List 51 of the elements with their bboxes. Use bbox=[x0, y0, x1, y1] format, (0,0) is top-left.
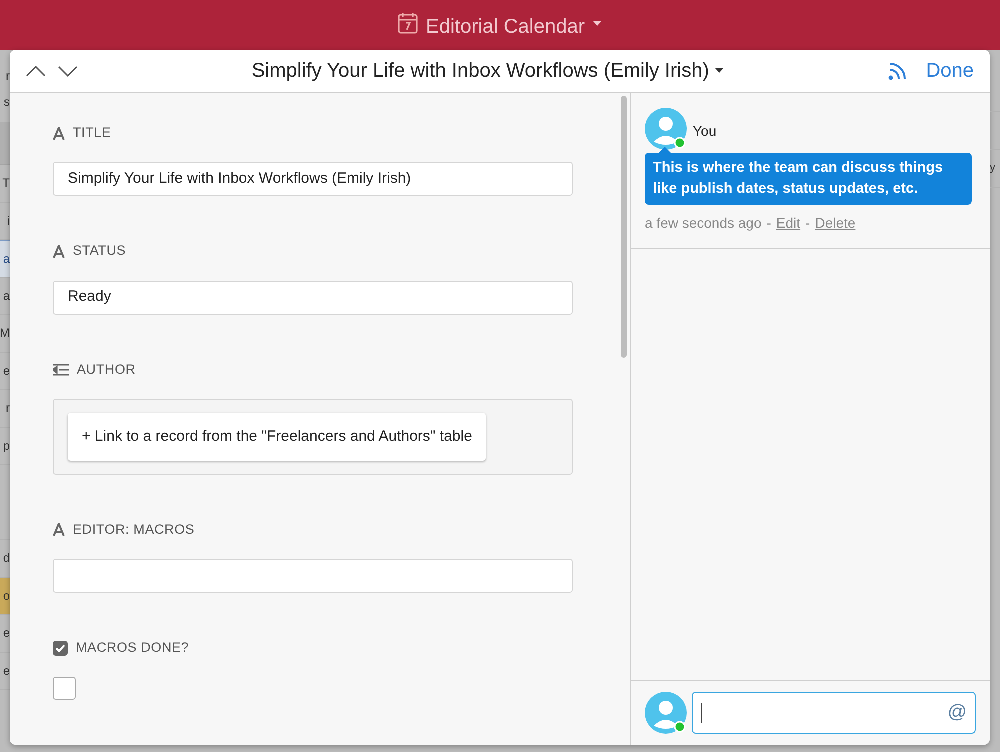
comment-input[interactable]: @ bbox=[692, 692, 976, 734]
text-input[interactable] bbox=[53, 559, 573, 593]
mention-icon[interactable]: @ bbox=[948, 698, 967, 728]
comment-action-link[interactable]: Edit bbox=[776, 213, 801, 234]
checkbox[interactable] bbox=[53, 677, 76, 700]
caret-icon[interactable] bbox=[715, 68, 724, 74]
table-cell-text: M bbox=[0, 327, 10, 340]
comment-bubble: This is where the team can discuss things like publish dates, status updates, etc. bbox=[645, 153, 972, 205]
scrollbar-thumb[interactable] bbox=[621, 96, 627, 358]
table-cell-text: r bbox=[6, 70, 10, 82]
link-record-button[interactable]: + Link to a record from the "Freelancers and Authors" table bbox=[68, 412, 486, 461]
calendar-icon bbox=[398, 12, 418, 34]
table-cell-text: a bbox=[3, 252, 10, 265]
field-label: EDITOR: MACROS bbox=[73, 520, 195, 539]
text-field-icon bbox=[53, 126, 65, 140]
separator-text: - bbox=[766, 214, 772, 233]
feed-icon[interactable] bbox=[888, 61, 908, 81]
field-label: TITLE bbox=[73, 124, 112, 142]
separator-text: - bbox=[806, 214, 810, 233]
table-cell-text: d bbox=[3, 552, 10, 564]
table-cell-text: y bbox=[990, 163, 996, 174]
table-cell-text: i bbox=[7, 214, 10, 227]
done-button[interactable]: Done bbox=[926, 56, 974, 86]
text-field-icon bbox=[53, 523, 65, 536]
text-input[interactable]: Simplify Your Life with Inbox Workflows (Emily Irish) bbox=[53, 162, 573, 196]
avatar-icon bbox=[645, 108, 687, 150]
table-cell-text: r bbox=[6, 402, 10, 414]
table-cell-text: T bbox=[2, 177, 10, 190]
table-cell-text: o bbox=[3, 590, 10, 602]
next-record-icon[interactable] bbox=[58, 66, 78, 76]
table-cell-text: e bbox=[3, 627, 10, 640]
field-label: AUTHOR bbox=[77, 360, 136, 378]
table-cell-text: s bbox=[4, 96, 10, 108]
field-label: MACROS DONE? bbox=[76, 639, 190, 657]
comment-action-link[interactable]: Delete bbox=[815, 213, 856, 234]
table-cell-text: a bbox=[3, 290, 10, 302]
table-cell-text: e bbox=[3, 664, 10, 677]
comment-author: You bbox=[693, 122, 717, 141]
table-cell-text: p bbox=[3, 440, 10, 452]
avatar-icon bbox=[645, 692, 687, 734]
text-input[interactable]: Ready bbox=[53, 280, 573, 314]
base-title[interactable]: Editorial Calendar bbox=[426, 12, 585, 42]
comment-time: a few seconds ago bbox=[645, 214, 762, 233]
checkbox-field-icon bbox=[53, 640, 68, 656]
linked-records-icon bbox=[53, 364, 69, 376]
text-field-icon bbox=[53, 244, 65, 258]
caret-icon bbox=[592, 21, 602, 27]
record-title: Simplify Your Life with Inbox Workflows (Emily Irish) bbox=[252, 59, 710, 84]
table-cell-text: e bbox=[3, 364, 10, 377]
field-label: STATUS bbox=[73, 242, 126, 260]
previous-record-icon[interactable] bbox=[26, 66, 46, 76]
